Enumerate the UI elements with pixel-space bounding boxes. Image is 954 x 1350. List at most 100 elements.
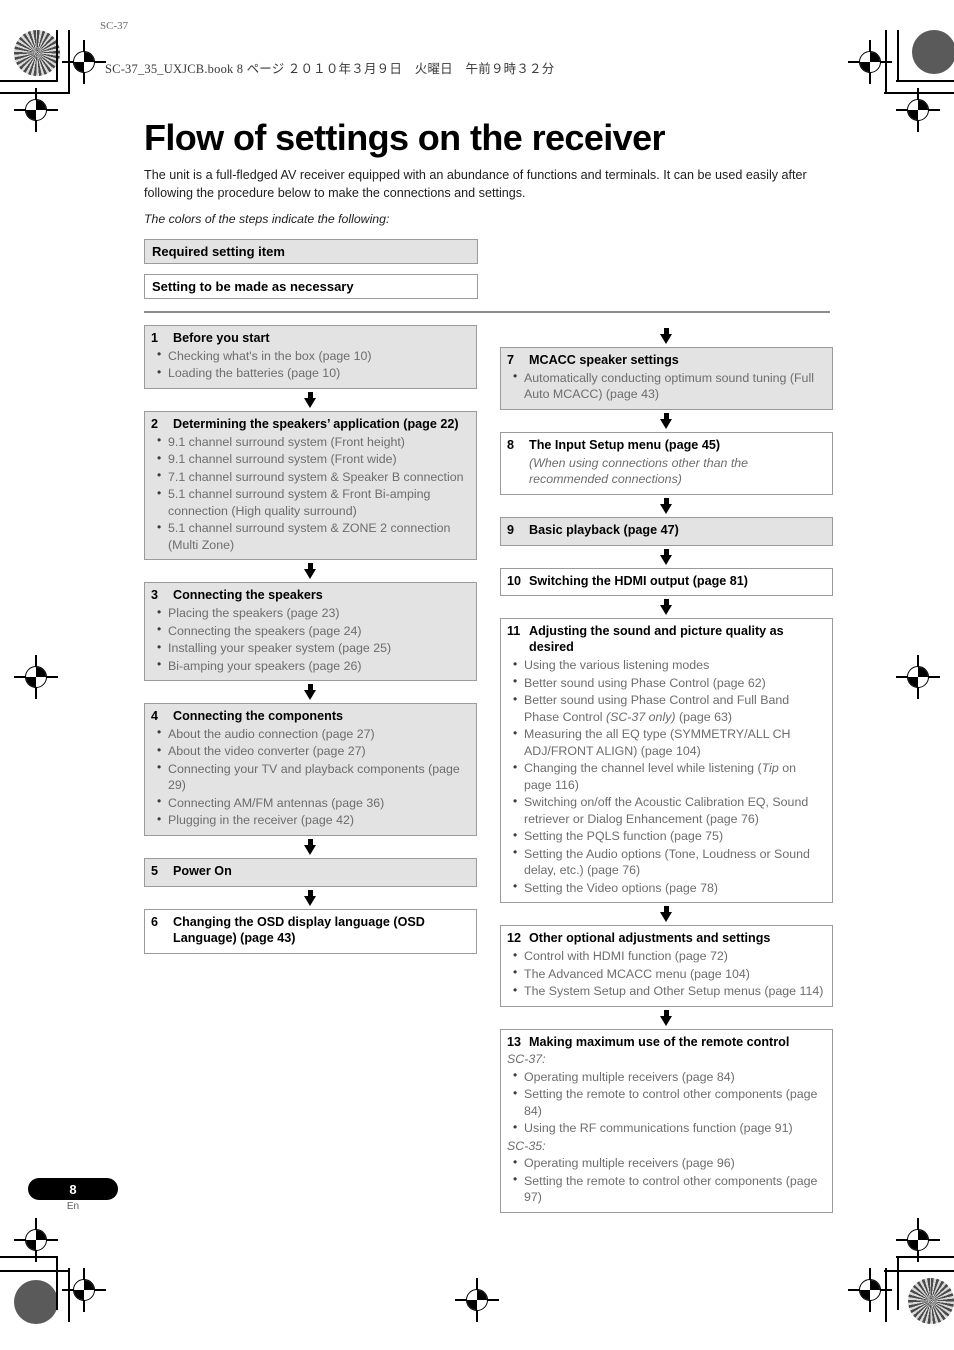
step-list-item: Using the RF communications function (pa…: [507, 1120, 824, 1137]
step-list-item: About the audio connection (page 27): [151, 725, 468, 743]
crop-mark: [885, 1268, 887, 1322]
step-list-item: Connecting the speakers (page 24): [151, 622, 468, 640]
step-title: MCACC speaker settings: [529, 353, 679, 367]
step-title: The Input Setup menu (page 45): [529, 437, 721, 452]
step-list-item: Placing the speakers (page 23): [151, 605, 468, 622]
arrow-down-icon: [660, 548, 673, 565]
step-title: Adjusting the sound and picture quality …: [529, 624, 784, 655]
step-list-item: Control with HDMI function (page 72): [507, 948, 824, 965]
step-number: 6: [151, 914, 159, 929]
step-list-item: Connecting your TV and playback componen…: [151, 760, 468, 794]
step-heading: 11 Adjusting the sound and picture qualit…: [507, 624, 824, 656]
step-list-item: Better sound using Phase Control (page 6…: [507, 674, 824, 692]
step-list-item: Using the various listening modes: [507, 657, 824, 674]
step-number: 3: [151, 588, 159, 603]
legend-required-box: Required setting item: [144, 239, 478, 265]
flow-step-1: 1 Before you start Checking what's in the …: [144, 325, 477, 389]
step-title: Power On: [173, 863, 232, 878]
flow-arrow-down: [500, 495, 833, 517]
step-heading: 4 Connecting the components: [151, 709, 468, 725]
crop-mark: [68, 1268, 70, 1322]
arrow-down-icon: [660, 1009, 673, 1026]
step-heading: 7 MCACC speaker settings: [507, 353, 824, 369]
halftone-star-target-bottom-right: [908, 1278, 954, 1324]
page-language-label: En: [66, 1201, 80, 1212]
step-title: Basic playback (page 47): [529, 522, 679, 537]
crop-mark: [884, 92, 954, 94]
arrow-down-icon: [660, 412, 673, 429]
step-list-item: 7.1 channel surround system & Speaker B …: [151, 468, 468, 486]
step-number: 4: [151, 709, 159, 724]
crop-mark: [0, 1270, 70, 1272]
flow-step-12: 12 Other optional adjustments and setting…: [500, 925, 833, 1007]
step-list-item: Bi-amping your speakers (page 26): [151, 657, 468, 675]
model-group-label: SC-35:: [507, 1138, 546, 1153]
arrow-down-icon: [660, 328, 673, 344]
step-list-item: The Advanced MCACC menu (page 104): [507, 965, 824, 983]
flow-arrow-down: [500, 325, 833, 347]
flow-step-11: 11 Adjusting the sound and picture qualit…: [500, 618, 833, 904]
step-list-item: Connecting AM/FM antennas (page 36): [151, 794, 468, 812]
flow-step-4: 4 Connecting the componentsAbout the audi…: [144, 703, 477, 836]
crop-mark: [68, 30, 70, 94]
halftone-dot-target-bottom-left: [14, 1280, 58, 1324]
step-number: 10: [507, 573, 522, 588]
step-list-item: Loading the batteries (page 10): [151, 365, 468, 382]
registration-mark-left-middle: [14, 655, 58, 699]
step-heading: 6 Changing the OSD display language (OSD …: [151, 915, 468, 947]
arrow-down-icon: [304, 684, 317, 701]
flow-step-7: 7 MCACC speaker settings Automatically con…: [500, 347, 833, 410]
step-heading: 8 The Input Setup menu (page 45): [507, 438, 824, 454]
flow-arrow-down: [500, 596, 833, 618]
step-item-list: Checking what's in the box (page 10)Load…: [151, 347, 468, 382]
flow-step-13: 13 Making maximum use of the remote contr…: [500, 1028, 833, 1213]
crop-mark: [56, 30, 58, 82]
step-title: Changing the OSD display language (OSD L…: [173, 914, 425, 945]
flow-arrow-down: [144, 887, 477, 909]
step-title: Before you start: [173, 331, 270, 345]
flow-step-8: 8 The Input Setup menu (page 45) (When usi…: [500, 431, 833, 495]
halftone-dot-target-top-right: [912, 30, 954, 74]
step-list-item: Plugging in the receiver (page 42): [151, 812, 468, 829]
step-list-item: Setting the Video options (page 78): [507, 879, 824, 897]
step-list-item: Checking what's in the box (page 10): [151, 347, 468, 365]
step-item-list: About the audio connection (page 27)Abou…: [151, 725, 468, 829]
step-list-item: Automatically conducting optimum sound t…: [507, 369, 824, 403]
step-list-item: Installing your speaker system (page 25): [151, 640, 468, 657]
step-list-item: 5.1 channel surround system & ZONE 2 con…: [151, 520, 468, 553]
flow-arrow-down: [500, 546, 833, 568]
step-list-item: Operating multiple receivers (page 96): [507, 1155, 824, 1172]
step-list-item: 9.1 channel surround system (Front wide): [151, 451, 468, 468]
arrow-down-icon: [660, 906, 673, 923]
step-item-list: Operating multiple receivers (page 96)Se…: [507, 1155, 824, 1206]
halftone-star-target-top-left: [14, 30, 60, 76]
step-list-item: Setting the remote to control other comp…: [507, 1086, 824, 1119]
page-content: Flow of settings on the receiver The uni…: [144, 117, 844, 314]
book-header-line: SC-37_35_UXJCB.book 8 ページ ２０１０年３月９日 火曜日 …: [105, 62, 555, 76]
step-note: (When using connections other than the r…: [529, 455, 749, 487]
step-number: 1: [151, 331, 159, 345]
step-list-item: The System Setup and Other Setup menus (…: [507, 983, 824, 1000]
arrow-down-icon: [660, 497, 673, 514]
step-number: 12: [507, 931, 522, 946]
crop-mark: [896, 80, 954, 82]
arrow-down-icon: [304, 391, 317, 408]
flow-arrow-down: [500, 410, 833, 432]
registration-mark-left-lower: [14, 1218, 58, 1262]
corner-model-label: SC-37: [100, 20, 129, 32]
legend-caption: The colors of the steps indicate the fol…: [144, 212, 390, 227]
crop-mark: [885, 30, 887, 94]
step-list-item: Setting the Audio options (Tone, Loudnes…: [507, 845, 824, 879]
step-number: 9: [507, 522, 515, 537]
crop-mark: [884, 1270, 954, 1272]
step-title: Making maximum use of the remote control: [529, 1034, 790, 1049]
step-title: Connecting the speakers: [173, 588, 323, 603]
crop-mark: [0, 92, 70, 94]
step-item-list: Using the various listening modesBetter …: [507, 657, 824, 896]
flow-step-10: 10 Switching the HDMI output (page 81): [500, 567, 833, 597]
flow-column-left: 1 Before you start Checking what's in the …: [144, 325, 477, 954]
step-item-list: Operating multiple receivers (page 84)Se…: [507, 1068, 824, 1137]
step-heading: 12 Other optional adjustments and setting…: [507, 931, 824, 947]
step-item-list: Placing the speakers (page 23)Connecting…: [151, 605, 468, 674]
step-heading: 13 Making maximum use of the remote contr…: [507, 1035, 824, 1051]
